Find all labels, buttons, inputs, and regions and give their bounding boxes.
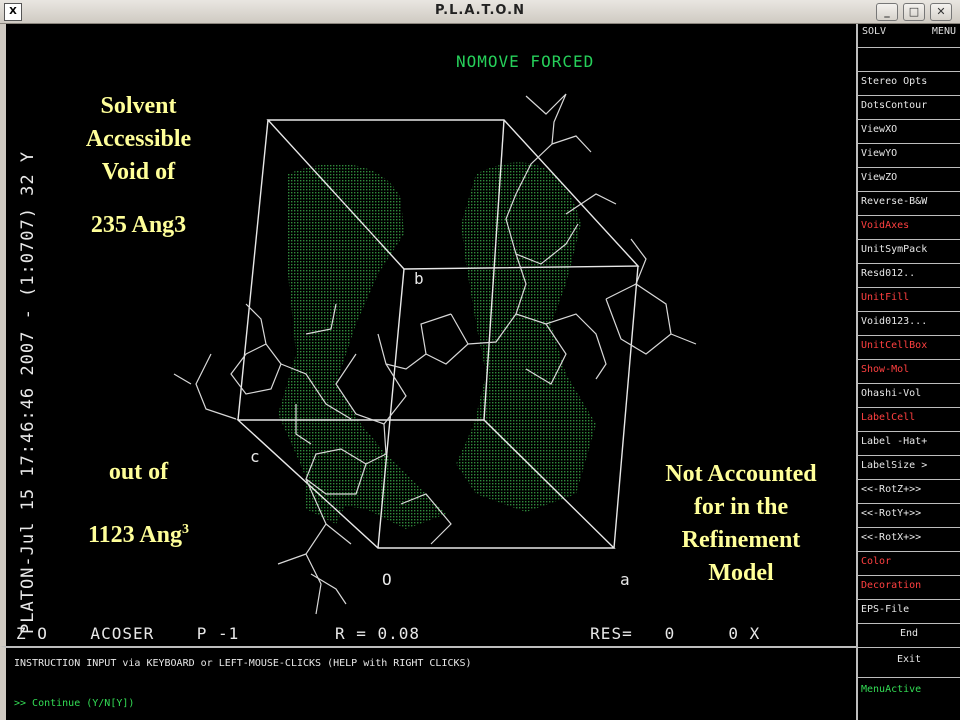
menu-item-void0123[interactable]: Void0123... <box>858 312 960 336</box>
cell-annotation: out of 1123 Ang3 <box>56 456 221 552</box>
menu-item-viewxo[interactable]: ViewXO <box>858 120 960 144</box>
void-title-line: Accessible <box>85 126 192 152</box>
menu-item-reverse-bw[interactable]: Reverse-B&W <box>858 192 960 216</box>
menu-item-viewzo[interactable]: ViewZO <box>858 168 960 192</box>
cell-volume: 1123 Ang <box>87 522 183 548</box>
instruction-text: INSTRUCTION INPUT via KEYBOARD or LEFT-M… <box>14 658 472 669</box>
menu-title-right: MENU <box>931 26 956 37</box>
out-of-label: out of <box>108 459 169 485</box>
menu-item-unitsympack[interactable]: UnitSymPack <box>858 240 960 264</box>
minimize-button[interactable]: _ <box>876 3 898 21</box>
menu-title-left: SOLV <box>862 26 887 37</box>
graphics-canvas[interactable]: b c O a PLATON-Jul 15 17:46:46 2007 - (1… <box>0 24 856 646</box>
menu-header: SOLV MENU <box>858 24 960 48</box>
platon-menu: SOLV MENU Stereo Opts DotsContour ViewXO… <box>856 24 960 720</box>
menu-spacer <box>858 48 960 72</box>
window-title: P.L.A.T.O.N <box>435 3 525 18</box>
note-line: Model <box>708 560 774 586</box>
menu-item-unitfill[interactable]: UnitFill <box>858 288 960 312</box>
command-prompt[interactable]: >> Continue (Y/N[Y]) <box>14 698 134 709</box>
void-title-line: Void of <box>101 159 176 185</box>
axis-label-c: c <box>250 447 260 466</box>
close-button[interactable]: ✕ <box>930 3 952 21</box>
axis-label-origin: O <box>382 570 392 589</box>
menu-item-labelsize[interactable]: LabelSize > <box>858 456 960 480</box>
menu-item-labelcell[interactable]: LabelCell <box>858 408 960 432</box>
note-line: Refinement <box>681 527 801 553</box>
menu-item-viewyo[interactable]: ViewYO <box>858 144 960 168</box>
note-line: for in the <box>693 494 789 520</box>
axis-label-b: b <box>414 269 424 288</box>
menu-item-exit[interactable]: Exit <box>858 648 960 678</box>
menu-item-color[interactable]: Color <box>858 552 960 576</box>
note-line: Not Accounted <box>665 461 817 487</box>
menu-item-rotz[interactable]: <<-RotZ+>> <box>858 480 960 504</box>
menu-item-decoration[interactable]: Decoration <box>858 576 960 600</box>
void-annotation: Solvent Accessible Void of 235 Ang3 <box>56 90 221 242</box>
side-timestamp-label: PLATON-Jul 15 17:46:46 2007 - (1:0707) 3… <box>18 150 38 634</box>
menu-item-dotscontour[interactable]: DotsContour <box>858 96 960 120</box>
menu-item-roty[interactable]: <<-RotY+>> <box>858 504 960 528</box>
menu-item-eps-file[interactable]: EPS-File <box>858 600 960 624</box>
void-title-line: Solvent <box>100 93 177 119</box>
mode-indicator: NOMOVE FORCED <box>456 52 595 71</box>
status-line: Z O ACOSER P -1 R = 0.08 RES= 0 0 X <box>16 624 761 643</box>
menu-item-show-mol[interactable]: Show-Mol <box>858 360 960 384</box>
void-volume: 235 Ang3 <box>90 212 187 238</box>
window-titlebar: X P.L.A.T.O.N _ □ ✕ <box>0 0 960 24</box>
cell-volume-exponent: 3 <box>182 522 190 537</box>
menu-item-stereo-opts[interactable]: Stereo Opts <box>858 72 960 96</box>
maximize-button[interactable]: □ <box>903 3 925 21</box>
menu-item-rotx[interactable]: <<-RotX+>> <box>858 528 960 552</box>
menu-item-voidaxes[interactable]: VoidAxes <box>858 216 960 240</box>
instruction-panel: INSTRUCTION INPUT via KEYBOARD or LEFT-M… <box>0 646 856 720</box>
refinement-note: Not Accounted for in the Refinement Mode… <box>626 458 856 590</box>
menu-item-resd012[interactable]: Resd012.. <box>858 264 960 288</box>
void-surface <box>278 162 596 529</box>
menu-item-label-hat[interactable]: Label -Hat+ <box>858 432 960 456</box>
menu-active-status: MenuActive <box>861 684 922 695</box>
menu-item-ohashi-vol[interactable]: Ohashi-Vol <box>858 384 960 408</box>
menu-item-end[interactable]: End <box>858 624 960 648</box>
menu-item-unitcellbox[interactable]: UnitCellBox <box>858 336 960 360</box>
molecule-wireframe <box>173 93 697 615</box>
